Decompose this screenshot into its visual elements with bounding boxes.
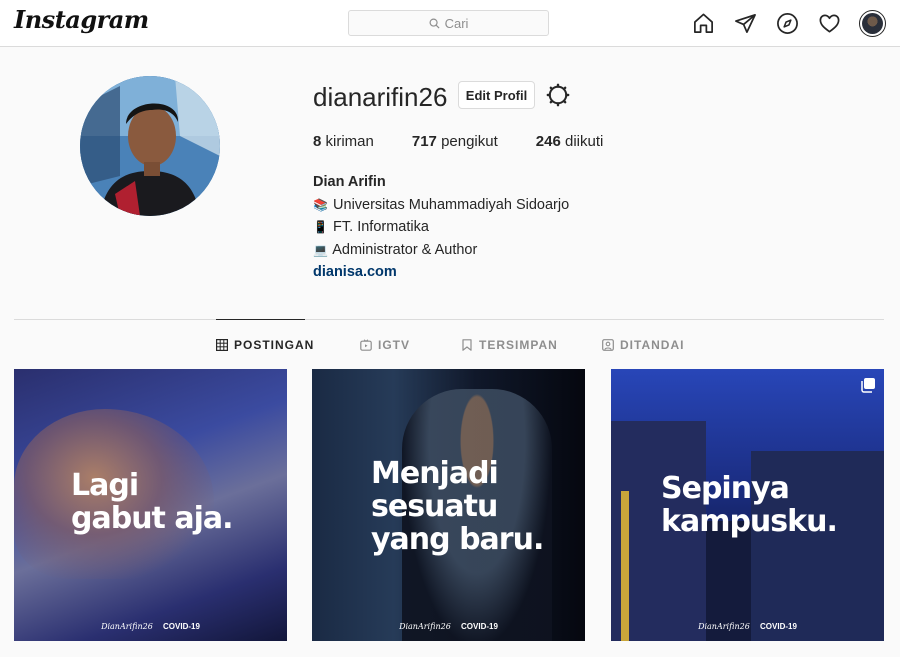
search-input[interactable]: Cari [348, 10, 549, 36]
profile-full-name: Dian Arifin [313, 174, 386, 190]
bio-line-university: 📚 Universitas Muhammadiyah Sidoarjo [313, 194, 569, 217]
posts-count-label: kiriman [325, 133, 374, 150]
bio-line-text: FT. Informatika [333, 219, 429, 235]
books-icon: 📚 [313, 197, 328, 212]
profile-tabs: POSTINGAN IGTV TERSIMPAN DITANDAI [0, 338, 900, 354]
profile-website-link[interactable]: dianisa.com [313, 261, 569, 284]
tab-saved[interactable]: TERSIMPAN [461, 338, 558, 352]
settings-gear-icon[interactable] [546, 83, 570, 107]
bookmark-icon [462, 339, 472, 351]
tab-label: DITANDAI [620, 338, 685, 352]
tabs-divider [14, 319, 884, 320]
following-link[interactable]: 246 diikuti [536, 133, 604, 150]
posts-count: 8 kiriman [313, 133, 374, 150]
instagram-logo[interactable]: Instagram [14, 5, 149, 34]
caption-line: Menjadi [371, 456, 499, 491]
post-caption: Menjadi sesuatu yang baru. [371, 456, 544, 557]
post-footer: DianArifin26 COVID-19 [14, 622, 287, 631]
tab-label: POSTINGAN [234, 338, 315, 352]
followers-link[interactable]: 717 pengikut [412, 133, 498, 150]
edit-profile-button[interactable]: Edit Profil [458, 81, 535, 109]
following-count-value: 246 [535, 133, 561, 150]
post-caption: Lagi gabut aja. [71, 468, 234, 536]
active-tab-indicator [216, 319, 305, 320]
caption-line: kampusku. [661, 504, 838, 539]
caption-line: yang baru. [371, 522, 544, 557]
post-thumbnail[interactable]: Sepinya kampusku. DianArifin26 COVID-19 [611, 369, 884, 641]
multiple-photos-icon [861, 378, 875, 393]
profile-avatar[interactable] [80, 76, 220, 216]
avatar-thumbnail [862, 13, 883, 34]
post-caption: Sepinya kampusku. [661, 471, 838, 539]
building-column [621, 491, 629, 641]
igtv-icon [360, 339, 372, 351]
tagged-person-icon [602, 339, 614, 351]
tab-posts[interactable]: POSTINGAN [216, 338, 314, 352]
followers-count-value: 717 [411, 133, 437, 150]
post-tag: COVID-19 [163, 622, 200, 631]
profile-stats: 8 kiriman 717 pengikut 246 diikuti [313, 133, 641, 150]
tab-tagged[interactable]: DITANDAI [602, 338, 684, 352]
followers-label: pengikut [441, 133, 498, 150]
posts-count-value: 8 [313, 133, 322, 150]
home-icon[interactable] [691, 12, 715, 36]
post-thumbnail[interactable]: Lagi gabut aja. DianArifin26 COVID-19 [14, 369, 287, 641]
explore-compass-icon[interactable] [775, 12, 799, 36]
direct-message-icon[interactable] [733, 12, 757, 36]
tab-label: TERSIMPAN [479, 338, 558, 352]
mobile-phone-icon: 📱 [313, 220, 328, 234]
caption-line: Sepinya [661, 471, 790, 506]
profile-avatar-button[interactable] [859, 10, 886, 37]
profile-username: dianarifin26 [313, 82, 448, 112]
post-tag: COVID-19 [760, 622, 797, 631]
post-signature: DianArifin26 [698, 622, 750, 631]
post-signature: DianArifin26 [101, 622, 153, 631]
bio-line-text: Universitas Muhammadiyah Sidoarjo [333, 196, 570, 213]
bio-line-text: Administrator & Author [332, 241, 478, 258]
caption-line: Lagi [71, 468, 139, 503]
post-signature: DianArifin26 [399, 622, 451, 631]
bio-line-faculty: 📱 FT. Informatika [313, 216, 569, 239]
profile-bio: Dian Arifin 📚 Universitas Muhammadiyah S… [313, 171, 569, 284]
post-footer: DianArifin26 COVID-19 [611, 622, 884, 631]
post-thumbnail[interactable]: Menjadi sesuatu yang baru. DianArifin26 … [312, 369, 585, 641]
bio-line-role: 💻 Administrator & Author [313, 239, 569, 262]
caption-line: gabut aja. [71, 501, 234, 536]
activity-heart-icon[interactable] [817, 12, 841, 36]
top-navigation-bar: Instagram Cari [0, 0, 900, 47]
laptop-icon: 💻 [313, 242, 328, 257]
caption-line: sesuatu [371, 489, 498, 524]
tab-label: IGTV [378, 338, 411, 352]
post-footer: DianArifin26 COVID-19 [312, 622, 585, 631]
following-label: diikuti [564, 133, 604, 150]
post-tag: COVID-19 [461, 622, 498, 631]
search-placeholder: Cari [444, 15, 469, 31]
tab-igtv[interactable]: IGTV [360, 338, 410, 352]
grid-icon [216, 339, 228, 351]
search-icon [429, 18, 440, 29]
